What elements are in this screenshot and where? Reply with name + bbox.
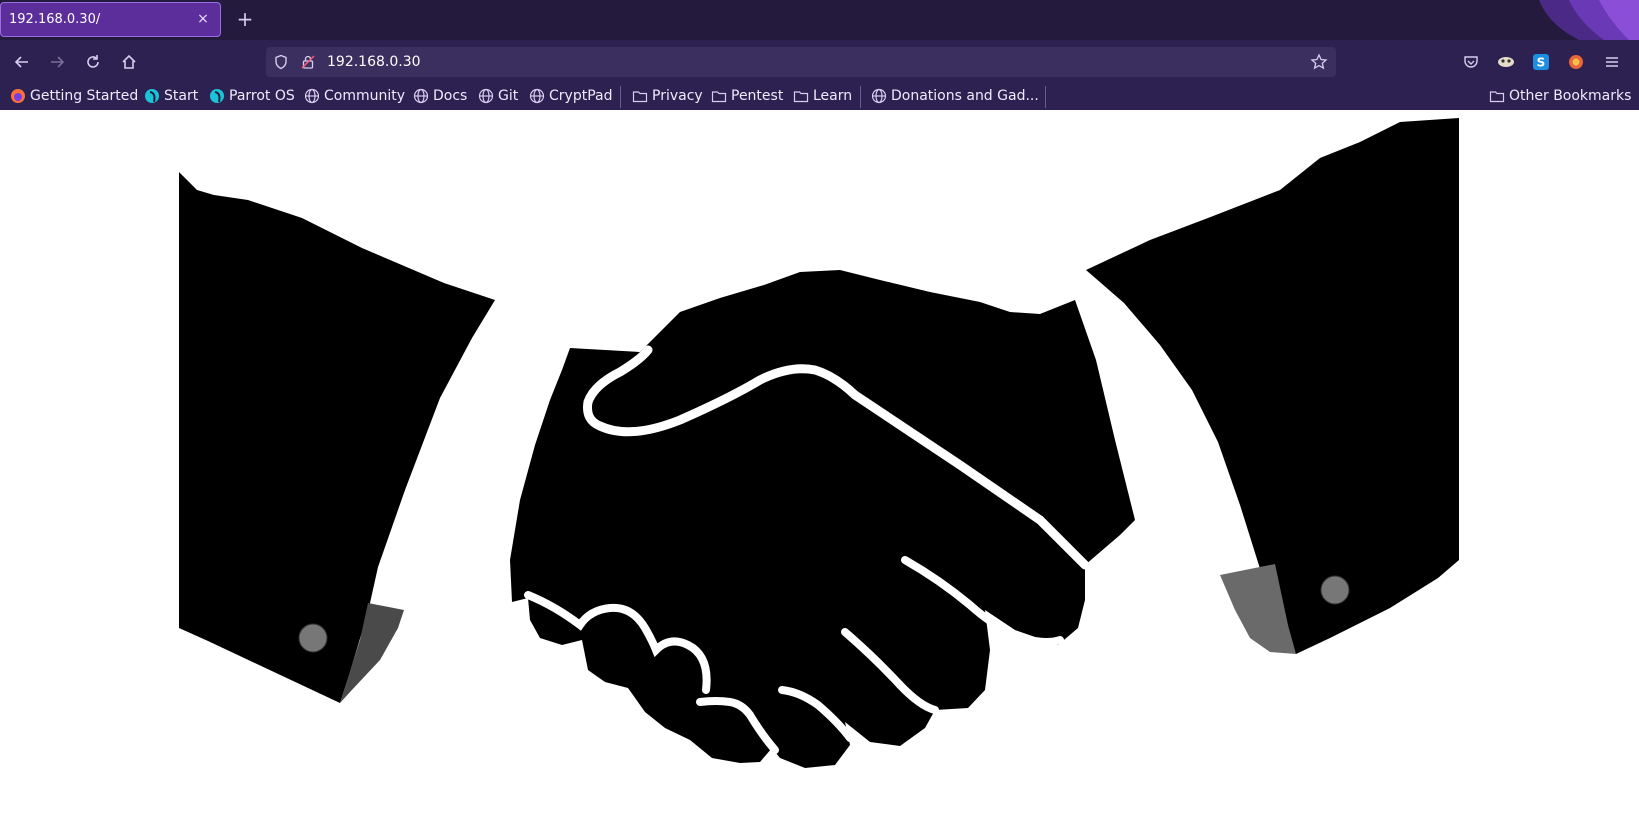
back-icon[interactable]: [10, 50, 34, 74]
folder-icon: [711, 88, 727, 104]
close-tab-icon[interactable]: ×: [194, 10, 212, 28]
bookmark-label: Docs: [433, 88, 468, 104]
star-icon[interactable]: [1310, 53, 1328, 71]
bookmark-docs[interactable]: Docs: [413, 86, 467, 106]
bookmark-folder-privacy[interactable]: Privacy: [632, 86, 703, 106]
bookmark-start[interactable]: Start: [144, 86, 198, 106]
extension-icon[interactable]: [1494, 50, 1518, 74]
bookmark-getting-started[interactable]: Getting Started: [10, 86, 138, 106]
folder-icon: [1489, 88, 1505, 104]
theme-decoration: [1539, 0, 1639, 40]
bookmark-other[interactable]: Other Bookmarks: [1489, 86, 1631, 106]
shield-icon[interactable]: [273, 54, 289, 70]
bookmark-label: Donations and Gad...: [891, 88, 1039, 104]
pocket-icon[interactable]: [1459, 50, 1483, 74]
tab-strip: 192.168.0.30/ × +: [0, 0, 1639, 40]
s-extension-icon[interactable]: S: [1529, 50, 1553, 74]
container-icon[interactable]: [1564, 50, 1588, 74]
bookmarks-toolbar: Getting Started Start Parrot OS Communit…: [0, 82, 1639, 110]
bookmark-separator: [1045, 86, 1046, 108]
globe-icon: [304, 88, 320, 104]
forward-icon[interactable]: [45, 50, 69, 74]
lock-icon[interactable]: [300, 54, 316, 70]
url-text[interactable]: 192.168.0.30: [327, 54, 421, 70]
handshake-image: [179, 118, 1459, 768]
globe-icon: [529, 88, 545, 104]
bookmark-donations[interactable]: Donations and Gad...: [871, 86, 1039, 106]
bookmark-separator: [860, 86, 861, 108]
bookmark-label: CryptPad: [549, 88, 613, 104]
bookmark-label: Other Bookmarks: [1509, 88, 1632, 104]
svg-text:S: S: [1537, 56, 1546, 70]
home-icon[interactable]: [117, 50, 141, 74]
globe-icon: [871, 88, 887, 104]
navigation-toolbar: 192.168.0.30 S: [0, 40, 1639, 82]
bookmark-label: Getting Started: [30, 88, 139, 104]
bookmark-label: Pentest: [731, 88, 784, 104]
bookmark-folder-pentest[interactable]: Pentest: [711, 86, 783, 106]
bookmark-separator: [620, 86, 621, 108]
tab-title: 192.168.0.30/: [9, 12, 101, 27]
firefox-icon: [10, 88, 26, 104]
bookmark-label: Learn: [813, 88, 853, 104]
bookmark-label: Parrot OS: [229, 88, 295, 104]
folder-icon: [793, 88, 809, 104]
globe-icon: [413, 88, 429, 104]
bookmark-label: Git: [498, 88, 519, 104]
new-tab-button[interactable]: +: [233, 7, 257, 31]
active-tab[interactable]: 192.168.0.30/ ×: [0, 2, 221, 37]
bookmark-label: Privacy: [652, 88, 703, 104]
bookmark-cryptpad[interactable]: CryptPad: [529, 86, 612, 106]
bookmark-parrot-os[interactable]: Parrot OS: [209, 86, 295, 106]
address-bar[interactable]: 192.168.0.30: [266, 47, 1336, 77]
parrot-icon: [144, 88, 160, 104]
bookmark-community[interactable]: Community: [304, 86, 405, 106]
bookmark-label: Start: [164, 88, 199, 104]
menu-icon[interactable]: [1600, 50, 1624, 74]
bookmark-label: Community: [324, 88, 406, 104]
bookmark-folder-learn[interactable]: Learn: [793, 86, 852, 106]
globe-icon: [478, 88, 494, 104]
reload-icon[interactable]: [81, 50, 105, 74]
folder-icon: [632, 88, 648, 104]
page-content: [0, 110, 1639, 822]
bookmark-git[interactable]: Git: [478, 86, 518, 106]
parrot-icon: [209, 88, 225, 104]
